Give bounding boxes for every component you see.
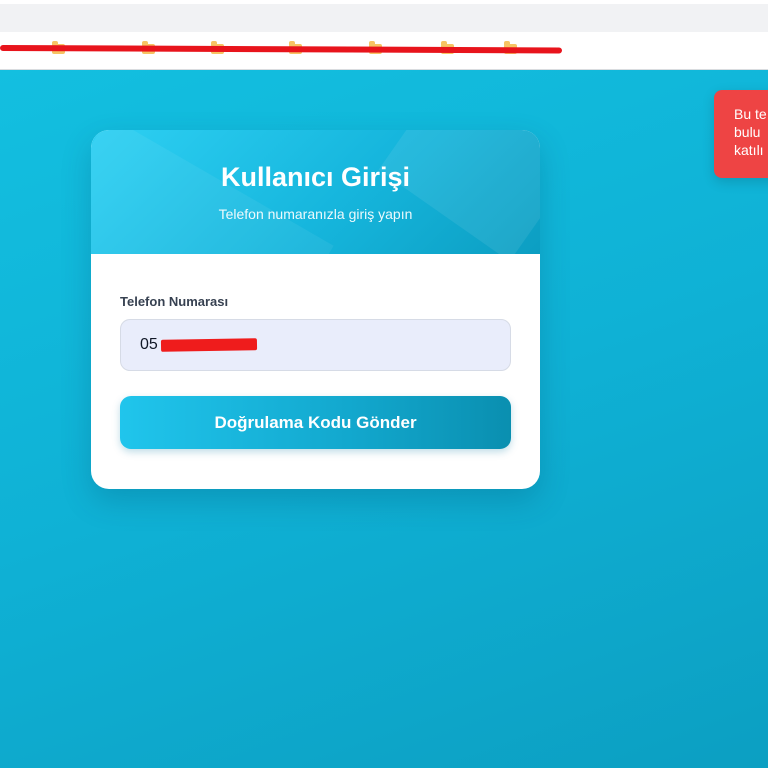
send-code-button[interactable]: Doğrulama Kodu Gönder (120, 396, 511, 449)
browser-tab-strip (0, 0, 768, 32)
toast-line: katılı (734, 142, 764, 158)
phone-label: Telefon Numarası (120, 294, 229, 309)
toast-line: Bu te (734, 106, 767, 122)
redaction-mark (160, 338, 258, 352)
login-card: Kullanıcı Girişi Telefon numaranızla gir… (91, 130, 540, 489)
toast-line: bulu (734, 124, 761, 140)
page-subtitle: Telefon numaranızla giriş yapın (218, 206, 413, 222)
login-card-header: Kullanıcı Girişi Telefon numaranızla gir… (91, 130, 540, 254)
page-title: Kullanıcı Girişi (220, 162, 411, 192)
error-toast[interactable]: Bu te bulu katılı (714, 90, 768, 178)
